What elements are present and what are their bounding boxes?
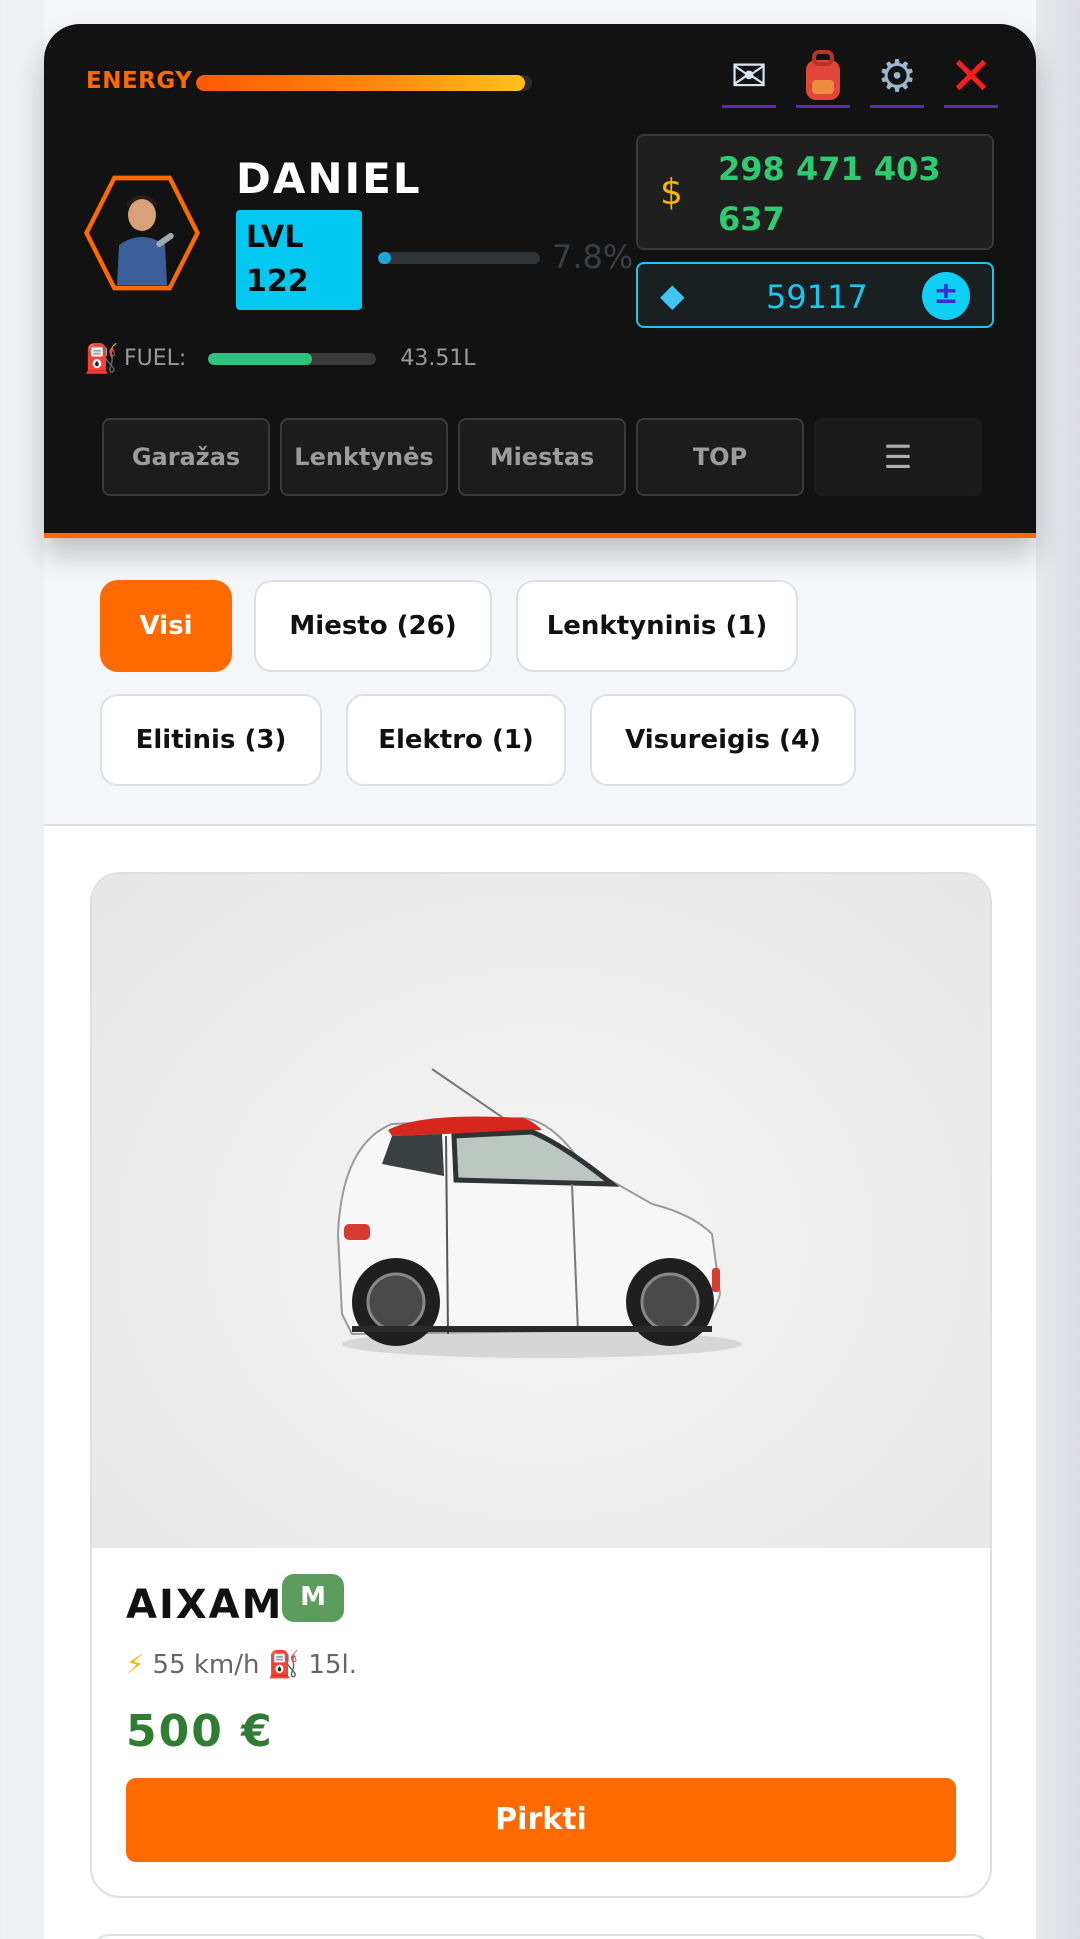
nav-garage[interactable]: Garažas — [102, 418, 270, 496]
backpack-shape — [806, 50, 840, 100]
car-class-badge: M — [282, 1574, 344, 1622]
buy-button[interactable]: Pirkti — [126, 1778, 956, 1862]
energy-bar — [196, 75, 532, 91]
main-nav: Garažas Lenktynės Miestas TOP ☰ — [102, 418, 982, 496]
money-bag-icon: $ — [660, 172, 683, 213]
level-value: 122 — [246, 264, 309, 299]
nav-races[interactable]: Lenktynės — [280, 418, 448, 496]
car-stats: ⚡ 55 km/h ⛽ 15l. — [126, 1650, 357, 1680]
gear-icon[interactable]: ⚙ — [870, 50, 924, 108]
car-speed: 55 km/h — [152, 1650, 260, 1680]
car-card: AIXAM M ⚡ 55 km/h ⛽ 15l. 500 € Pirkti — [90, 872, 992, 1898]
avatar[interactable] — [84, 175, 200, 291]
car-fuel: 15l. — [308, 1650, 357, 1680]
page: ENERGY ✉ ⚙ ✕ DANIEL LVL 122 7.8% ⛽ FUEL:… — [44, 0, 1036, 1939]
mechanic-portrait — [117, 195, 174, 285]
next-car-card — [90, 1934, 992, 1939]
add-gems-button[interactable]: ± — [922, 272, 970, 320]
money-value: 298 471 403 637 — [718, 150, 941, 238]
energy-fill — [196, 75, 526, 91]
backpack-icon[interactable] — [796, 50, 850, 108]
top-bar: ENERGY ✉ ⚙ ✕ DANIEL LVL 122 7.8% ⛽ FUEL:… — [44, 24, 1036, 538]
top-icons: ✉ ⚙ ✕ — [722, 50, 998, 108]
close-icon[interactable]: ✕ — [944, 50, 998, 108]
nav-city[interactable]: Miestas — [458, 418, 626, 496]
gem-value: 59117 — [766, 278, 868, 316]
energy-label: ENERGY — [86, 68, 193, 94]
filter-racing[interactable]: Lenktyninis (1) — [516, 580, 798, 672]
filter-electric[interactable]: Elektro (1) — [346, 694, 566, 786]
envelope-icon[interactable]: ✉ — [722, 50, 776, 108]
level-label: LVL — [246, 220, 304, 255]
filter-offroad[interactable]: Visureigis (4) — [590, 694, 856, 786]
filter-elite[interactable]: Elitinis (3) — [100, 694, 322, 786]
diamond-icon: ◆ — [660, 276, 685, 314]
xp-fill — [378, 252, 391, 264]
car-price: 500 € — [126, 1706, 274, 1757]
xp-bar — [378, 252, 540, 264]
nav-top[interactable]: TOP — [636, 418, 804, 496]
fuel-fill — [208, 352, 313, 365]
fuel-value: 43.51L — [400, 346, 476, 371]
xp-percent: 7.8% — [552, 238, 634, 276]
fuel-row: ⛽ FUEL: 43.51L — [84, 342, 476, 375]
player-name: DANIEL — [236, 154, 422, 203]
car-name: AIXAM — [126, 1582, 284, 1628]
avatar-frame — [89, 180, 195, 286]
filter-all[interactable]: Visi — [100, 580, 232, 672]
fuel-pump-icon: ⛽ — [84, 342, 119, 375]
fuel-bar — [208, 352, 377, 365]
car-list: AIXAM M ⚡ 55 km/h ⛽ 15l. 500 € Pirkti — [44, 826, 1036, 1939]
filter-city[interactable]: Miesto (26) — [254, 580, 492, 672]
fuel-label: FUEL: — [124, 346, 187, 371]
car-image — [92, 874, 990, 1548]
level-badge: LVL 122 — [236, 210, 362, 310]
menu-icon[interactable]: ☰ — [814, 418, 982, 496]
money-box: $ 298 471 403 637 — [636, 134, 994, 250]
fuel-pump-icon: ⛽ — [267, 1650, 301, 1680]
lightning-icon: ⚡ — [126, 1650, 145, 1680]
gem-box: ◆ 59117 ± — [636, 262, 994, 328]
car-illustration — [336, 1068, 742, 1358]
